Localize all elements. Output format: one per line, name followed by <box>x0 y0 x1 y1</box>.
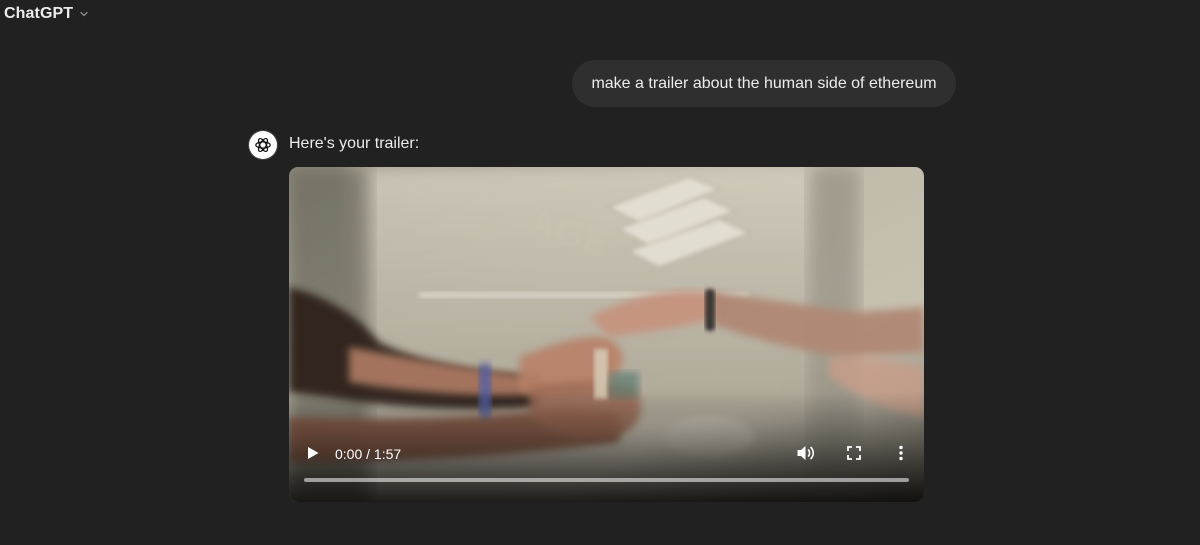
time-display: 0:00 / 1:57 <box>335 446 402 462</box>
model-switcher[interactable]: ChatGPT <box>4 3 90 25</box>
openai-logo-icon <box>249 131 277 159</box>
volume-icon <box>797 446 815 460</box>
more-options-button[interactable] <box>891 443 911 463</box>
fullscreen-button[interactable] <box>845 444 863 462</box>
video-player[interactable]: AGE 0:00 / 1:57 <box>289 167 924 502</box>
chevron-down-icon <box>78 8 90 20</box>
fullscreen-icon <box>847 446 861 460</box>
assistant-message-text: Here's your trailer: <box>289 135 420 152</box>
volume-button[interactable] <box>794 443 818 463</box>
play-icon <box>308 447 319 459</box>
user-message-bubble: make a trailer about the human side of e… <box>572 60 956 107</box>
app-title: ChatGPT <box>4 5 74 22</box>
user-message-text: make a trailer about the human side of e… <box>591 74 937 92</box>
play-button[interactable] <box>303 443 323 463</box>
more-options-icon <box>899 445 903 461</box>
progress-bar[interactable] <box>304 478 909 482</box>
